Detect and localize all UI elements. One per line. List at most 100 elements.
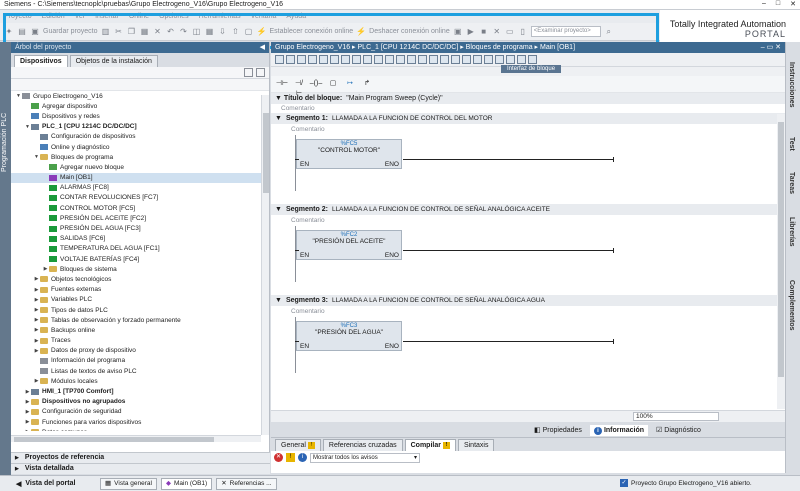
editor-vertical-scrollbar[interactable] — [777, 114, 785, 409]
cross-references-icon[interactable]: ✕ — [492, 27, 502, 37]
go-offline-button[interactable]: Deshacer conexión online — [369, 28, 450, 35]
segment-header[interactable]: ▼ Segmento 1: LLAMADA A LA FUNCION DE CONT… — [271, 113, 785, 124]
tree-item[interactable]: PRESIÓN DEL AGUA [FC3] — [11, 223, 269, 233]
expand-arrow-icon[interactable]: ▶ — [33, 307, 40, 313]
editor-tool-icon[interactable] — [517, 55, 526, 64]
accessible-devices-icon[interactable]: ▣ — [453, 27, 463, 37]
tree-item[interactable]: ▶ Tipos de datos PLC — [11, 305, 269, 315]
tree-item[interactable]: Información del programa — [11, 356, 269, 366]
taskbar-vista-general[interactable]: ▦ Vista general — [100, 477, 157, 490]
block-interface-bar[interactable]: Interfaz de bloque — [271, 65, 785, 76]
collapse-arrow-icon[interactable]: ▼ — [275, 115, 282, 122]
plc-programming-rail[interactable]: Programación PLC — [0, 42, 11, 482]
maximize-button[interactable]: □ — [776, 0, 780, 10]
menu-item-ventana[interactable]: Ventana — [251, 13, 277, 20]
tree-item[interactable]: Configuración de dispositivos — [11, 132, 269, 142]
tree-item[interactable]: ▶ Tablas de observación y forzado permane… — [11, 315, 269, 325]
editor-tool-icon[interactable] — [484, 55, 493, 64]
detail-view-bar[interactable]: ▶ Vista detallada — [11, 463, 270, 474]
go-online-button[interactable]: Establecer conexión online — [269, 28, 353, 35]
tab-informacion[interactable]: i Información — [589, 425, 648, 436]
scroll-thumb[interactable] — [778, 122, 784, 377]
segment-comment[interactable]: Comentario — [291, 308, 325, 315]
tree-item[interactable]: ▶ HMI_1 [TP700 Comfort] — [11, 386, 269, 396]
task-card-tareas[interactable]: Tareas — [788, 172, 799, 194]
editor-tool-icon[interactable] — [506, 55, 515, 64]
tree-item[interactable]: CONTROL MOTOR [FC5] — [11, 203, 269, 213]
expand-arrow-icon[interactable]: ▶ — [24, 419, 31, 425]
editor-window-controls[interactable]: – ▭ ✕ — [761, 42, 781, 53]
task-card-complementos[interactable]: Complementos — [788, 280, 799, 331]
expand-arrow-icon[interactable]: ▶ — [33, 297, 40, 303]
tree-item[interactable]: Main [OB1] — [11, 172, 269, 183]
tree-options-icon[interactable] — [256, 68, 265, 77]
segment-header[interactable]: ▼ Segmento 2: LLAMADA A LA FUNCION DE CONT… — [271, 204, 785, 215]
tree-item[interactable]: Agregar nuevo bloque — [11, 162, 269, 172]
tree-item[interactable]: ▶ Datos de proxy de dispositivo — [11, 346, 269, 356]
tree-item[interactable]: PRESIÓN DEL ACEITE [FC2] — [11, 213, 269, 223]
network-segment[interactable]: ▼ Segmento 1: LLAMADA A LA FUNCION DE CONT… — [271, 113, 785, 204]
expand-arrow-icon[interactable]: ▶ — [33, 348, 40, 354]
go-online-icon[interactable]: ⚡ — [256, 27, 267, 37]
go-offline-icon[interactable]: ⚡ — [356, 27, 366, 37]
expand-arrow-icon[interactable]: ▶ — [33, 327, 40, 333]
tree-item[interactable]: ▼ PLC_1 [CPU 1214C DC/DC/DC] — [11, 122, 269, 132]
split-editor-icon[interactable]: ◫ — [191, 27, 201, 37]
tree-item[interactable]: Agregar dispositivo — [11, 101, 269, 111]
start-cpu-icon[interactable]: ▶ — [466, 27, 476, 37]
new-project-icon[interactable]: ✦ — [4, 27, 14, 37]
expand-arrow-icon[interactable]: ▶ — [33, 276, 40, 282]
tree-item[interactable]: VOLTAJE BATERÍAS [FC4] — [11, 254, 269, 264]
function-call-box[interactable]: %FC3 "PRESIÓN DEL AGUA" EN ENO — [296, 321, 402, 351]
zoom-select[interactable]: 100% — [633, 412, 719, 421]
save-project-button[interactable]: Guardar proyecto — [43, 28, 97, 35]
tree-item[interactable]: TEMPERATURA DEL AGUA [FC1] — [11, 244, 269, 254]
function-call-box[interactable]: %FC2 "PRESIÓN DEL ACEITE" EN ENO — [296, 230, 402, 260]
tree-item[interactable]: ▶ Fuentes externas — [11, 285, 269, 295]
expand-arrow-icon[interactable]: ▶ — [33, 317, 40, 323]
taskbar-referencias[interactable]: ✕ Referencias ... — [216, 477, 277, 490]
editor-tool-icon[interactable] — [473, 55, 482, 64]
en-pin[interactable]: EN — [300, 161, 309, 168]
menu-item-herramientas[interactable]: Herramientas — [199, 13, 241, 20]
menu-item-opciones[interactable]: Opciones — [159, 13, 189, 20]
editor-tool-icon[interactable] — [429, 55, 438, 64]
redo-icon[interactable]: ↷ — [178, 27, 188, 37]
editor-tool-icon[interactable] — [462, 55, 471, 64]
block-comment[interactable]: Comentario — [271, 104, 785, 113]
compile-icon[interactable]: ▦ — [204, 27, 214, 37]
editor-tool-icon[interactable] — [275, 55, 284, 64]
tab-compilar[interactable]: Compilar! — [404, 439, 456, 451]
contact-no-icon[interactable]: ⊣⊢ — [275, 79, 289, 89]
contact-nc-icon[interactable]: ⊣/⊢ — [292, 79, 306, 97]
hscroll-thumb[interactable] — [14, 437, 214, 442]
collapse-arrow-icon[interactable]: ▼ — [275, 206, 282, 213]
info-filter-icon[interactable]: i — [298, 453, 307, 462]
upload-icon[interactable]: ⇧ — [230, 27, 240, 37]
search-project-input[interactable]: <Examinar proyecto> — [530, 26, 601, 37]
tab-dispositivos[interactable]: Dispositivos — [14, 55, 68, 67]
download-icon[interactable]: ⇩ — [217, 27, 227, 37]
message-filter-select[interactable]: Mostrar todos los avisos — [310, 452, 420, 463]
tree-item[interactable]: ▶ Backups online — [11, 325, 269, 335]
expand-arrow-icon[interactable]: ▶ — [33, 378, 40, 384]
split-horizontal-icon[interactable]: ▭ — [505, 27, 515, 37]
expand-arrow-icon[interactable]: ▶ — [24, 429, 31, 431]
editor-tool-icon[interactable] — [396, 55, 405, 64]
segment-header[interactable]: ▼ Segmento 3: LLAMADA A LA FUNCION DE CONT… — [271, 295, 785, 306]
editor-tool-icon[interactable] — [495, 55, 504, 64]
editor-tool-icon[interactable] — [528, 55, 537, 64]
tree-item[interactable]: ▶ Módulos locales — [11, 376, 269, 386]
segment-comment[interactable]: Comentario — [291, 217, 325, 224]
tree-horizontal-scrollbar[interactable] — [11, 435, 261, 442]
editor-tool-icon[interactable] — [330, 55, 339, 64]
menu-item-ayuda[interactable]: Ayuda — [286, 13, 306, 20]
scroll-thumb[interactable] — [263, 113, 269, 193]
expand-arrow-icon[interactable]: ▶ — [33, 338, 40, 344]
open-project-icon[interactable]: ▤ — [17, 27, 27, 37]
tab-referencias-cruzadas[interactable]: Referencias cruzadas — [322, 439, 403, 451]
menu-item-insertar[interactable]: Insertar — [95, 13, 119, 20]
network-segment[interactable]: ▼ Segmento 2: LLAMADA A LA FUNCION DE CONT… — [271, 204, 785, 295]
tab-diagnostico[interactable]: ☑ Diagnóstico — [652, 425, 705, 436]
expand-icon[interactable]: ▼ — [275, 95, 284, 102]
